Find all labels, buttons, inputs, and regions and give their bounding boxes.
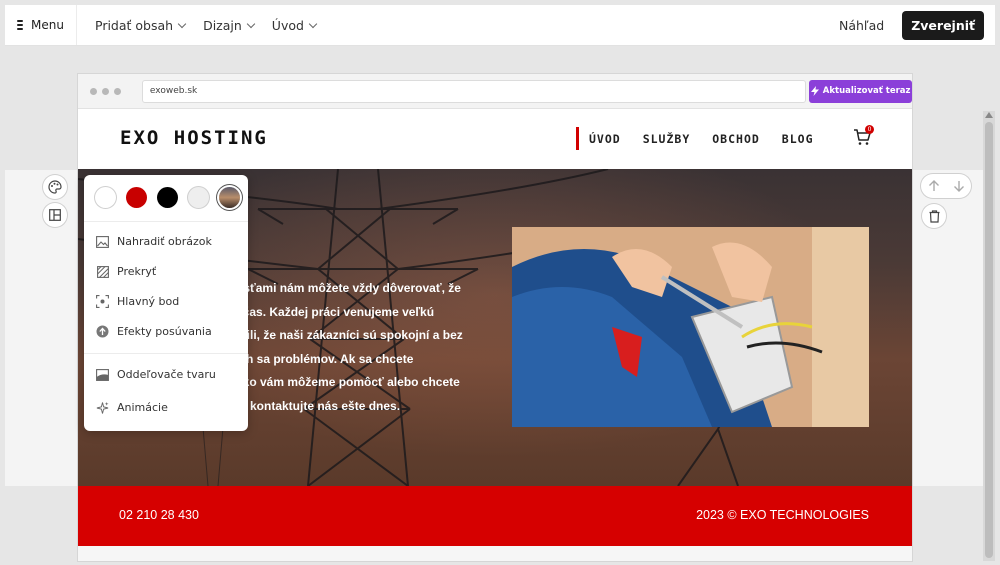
arrow-down-icon[interactable] — [953, 180, 965, 192]
layout-icon — [49, 209, 61, 221]
footer-copyright[interactable]: 2023 © EXO TECHNOLOGIES — [696, 508, 869, 522]
hero-line: u, kontaktujte nás ešte dnes. — [236, 398, 401, 413]
nav-item-shop[interactable]: OBCHOD — [712, 132, 760, 146]
menu-item-overlay[interactable]: Prekryť — [96, 265, 156, 278]
menu-item-label: Efekty posúvania — [117, 325, 212, 338]
upgrade-button[interactable]: Aktualizovať teraz — [809, 79, 913, 103]
design-dropdown[interactable]: Dizajn — [203, 17, 256, 33]
lightning-icon — [810, 86, 819, 96]
focal-point-icon — [96, 295, 109, 308]
nav-item-home[interactable]: ÚVOD — [589, 132, 621, 146]
preview-button[interactable]: Náhľad — [839, 18, 884, 33]
hero-paragraph[interactable]: osťami nám môžete vždy dôverovať, že vča… — [236, 277, 486, 418]
menu-item-label: Nahradiť obrázok — [117, 235, 212, 248]
hero-line: stili, že naši zákazníci sú spokojní a b… — [236, 328, 463, 342]
design-label: Dizajn — [203, 17, 242, 33]
menu-item-animations[interactable]: Animácie — [96, 401, 168, 414]
menu-label: Menu — [31, 18, 64, 32]
add-content-dropdown[interactable]: Pridať obsah — [95, 17, 187, 33]
cart-count-badge: 0 — [865, 125, 874, 134]
upgrade-label: Aktualizovať teraz — [822, 86, 911, 96]
chevron-down-icon — [308, 19, 318, 28]
arrow-up-icon[interactable] — [928, 180, 940, 192]
chevron-down-icon — [177, 19, 187, 28]
swatch-light-gray[interactable] — [188, 187, 209, 208]
move-section-controls — [921, 174, 971, 198]
editor-toolbar: Menu Pridať obsah Dizajn Úvod Náhľad Zve… — [5, 5, 995, 46]
site-logo[interactable]: EXO HOSTING — [120, 127, 268, 149]
swatch-image-selected[interactable] — [219, 187, 240, 208]
browser-bar: exoweb.sk Aktualizovať teraz — [78, 74, 913, 109]
swatch-white[interactable] — [95, 187, 116, 208]
color-swatches — [95, 187, 240, 208]
active-nav-indicator — [576, 127, 579, 150]
publish-button[interactable]: Zverejniť — [902, 10, 984, 40]
overlay-icon — [96, 265, 109, 278]
menu-item-label: Hlavný bod — [117, 295, 180, 308]
nav-item-services[interactable]: SLUŽBY — [643, 132, 691, 146]
menu-item-scroll-effects[interactable]: Efekty posúvania — [96, 325, 212, 338]
electrician-illustration — [512, 227, 869, 427]
shape-divider-icon — [96, 368, 109, 381]
hero-line: ich sa problémov. Ak sa chcete — [236, 351, 414, 366]
add-content-label: Pridať obsah — [95, 17, 174, 33]
swatch-red[interactable] — [126, 187, 147, 208]
window-dots — [90, 87, 130, 95]
scroll-effect-icon — [96, 325, 109, 338]
scrollbar-thumb[interactable] — [985, 122, 993, 558]
sparkle-icon — [96, 401, 109, 414]
background-options-popover: Nahradiť obrázok Prekryť Hlavný bod Efek… — [84, 175, 248, 431]
layout-button[interactable] — [43, 203, 67, 227]
site-footer[interactable]: 02 210 28 430 2023 © EXO TECHNOLOGIES — [78, 486, 912, 546]
site-nav: ÚVOD SLUŽBY OBCHOD BLOG — [576, 127, 836, 150]
footer-phone[interactable]: 02 210 28 430 — [119, 508, 199, 522]
page-dropdown[interactable]: Úvod — [271, 17, 318, 33]
image-icon — [96, 235, 109, 248]
swatch-black[interactable] — [157, 187, 178, 208]
menu-item-label: Animácie — [117, 401, 168, 414]
hero-line: ako vám môžeme pomôcť alebo chcete — [236, 375, 460, 389]
url-field: exoweb.sk — [141, 79, 807, 103]
menu-item-label: Oddeľovače tvaru — [117, 368, 216, 381]
site-header[interactable]: EXO HOSTING ÚVOD SLUŽBY OBCHOD BLOG 0 — [78, 109, 912, 169]
menu-item-shape-dividers[interactable]: Oddeľovače tvaru — [96, 368, 216, 381]
scroll-up-arrow-icon[interactable] — [985, 112, 993, 118]
palette-button[interactable] — [43, 175, 67, 199]
hero-line: osťami nám môžete vždy dôverovať, že — [236, 281, 461, 295]
trash-icon — [929, 209, 939, 223]
menu-button[interactable]: Menu — [5, 5, 77, 45]
menu-item-replace-image[interactable]: Nahradiť obrázok — [96, 235, 212, 248]
chevron-down-icon — [246, 19, 256, 28]
menu-item-focal-point[interactable]: Hlavný bod — [96, 295, 179, 308]
nav-item-blog[interactable]: BLOG — [782, 132, 814, 146]
delete-section-button[interactable] — [922, 204, 946, 228]
hero-line: včas. Každej práci venujeme veľkú — [236, 304, 435, 319]
palette-icon — [48, 180, 62, 194]
menu-item-label: Prekryť — [117, 265, 157, 278]
electrician-photo[interactable] — [512, 227, 869, 427]
page-label: Úvod — [271, 17, 304, 33]
hamburger-icon — [17, 20, 24, 30]
